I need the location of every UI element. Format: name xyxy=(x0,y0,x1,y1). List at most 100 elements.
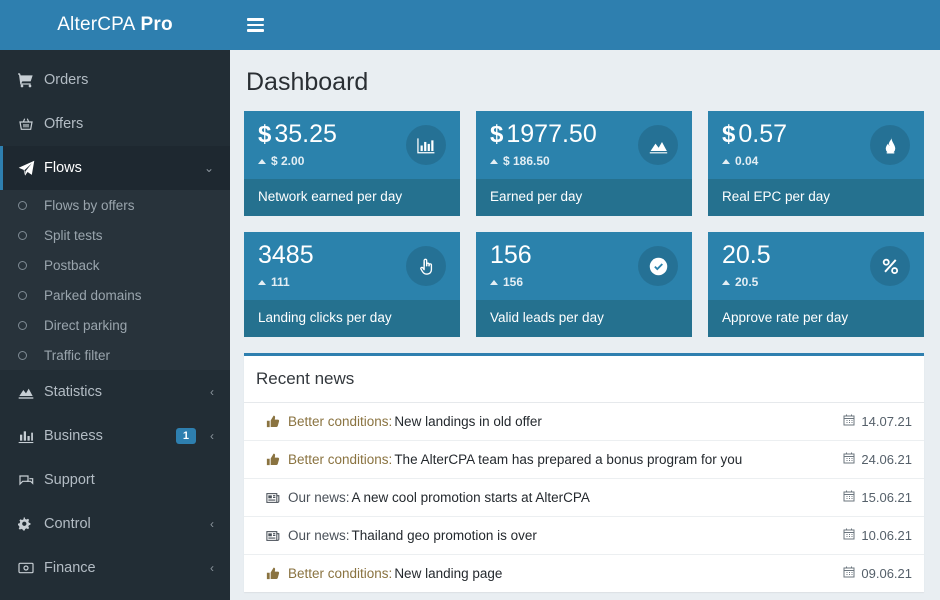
news-date: 15.06.21 xyxy=(843,490,912,505)
hand-pointer-icon xyxy=(406,246,446,286)
news-title: New landing page xyxy=(394,566,503,581)
stat-card-network-earned[interactable]: $35.25 $ 2.00 Network earned per day xyxy=(244,111,460,216)
area-chart-icon xyxy=(638,125,678,165)
submenu-item-label: Direct parking xyxy=(44,317,128,333)
news-row[interactable]: Better conditions: New landing page 09.0… xyxy=(244,555,924,592)
bar-chart-icon xyxy=(406,125,446,165)
stat-card-label: Network earned per day xyxy=(244,179,460,216)
stat-card-body: 156 156 xyxy=(476,232,692,300)
calendar-icon xyxy=(843,528,855,543)
cart-icon xyxy=(18,72,44,88)
stat-card-body: 20.5 20.5 xyxy=(708,232,924,300)
news-date: 10.06.21 xyxy=(843,528,912,543)
news-category: Our news: xyxy=(288,490,350,505)
submenu-item-parked-domains[interactable]: Parked domains xyxy=(0,280,230,310)
date-text: 09.06.21 xyxy=(861,566,912,581)
news-row[interactable]: Better conditions: New landings in old o… xyxy=(244,403,924,441)
content-area: Dashboard $35.25 $ 2.00 Network earned p… xyxy=(230,50,940,600)
arrow-up-icon xyxy=(722,158,730,164)
sidebar-item-label: Support xyxy=(44,472,95,488)
news-category: Better conditions: xyxy=(288,566,393,581)
status-badge: 1 xyxy=(175,428,196,444)
topbar xyxy=(230,0,940,50)
submenu-item-flows-by-offers[interactable]: Flows by offers xyxy=(0,190,230,220)
panel-title: Recent news xyxy=(244,356,924,403)
news-date: 14.07.21 xyxy=(843,414,912,429)
calendar-icon xyxy=(843,566,855,581)
sidebar-item-business[interactable]: Business 1 ‹ xyxy=(0,414,230,458)
value-text: 3485 xyxy=(258,241,314,269)
delta-text: $ 186.50 xyxy=(503,154,550,168)
sidebar-item-support[interactable]: Support xyxy=(0,458,230,502)
news-category: Better conditions: xyxy=(288,414,393,429)
sidebar-item-orders[interactable]: Orders xyxy=(0,58,230,102)
news-row[interactable]: Better conditions: The AlterCPA team has… xyxy=(244,441,924,479)
calendar-icon xyxy=(843,414,855,429)
circle-icon xyxy=(18,230,44,240)
sidebar-item-offers[interactable]: Offers xyxy=(0,102,230,146)
stat-card-valid-leads[interactable]: 156 156 Valid leads per day xyxy=(476,232,692,337)
thumbs-up-icon xyxy=(266,567,280,581)
news-row[interactable]: Our news: Thailand geo promotion is over… xyxy=(244,517,924,555)
delta-text: $ 2.00 xyxy=(271,154,305,168)
money-icon xyxy=(18,560,44,576)
bar-chart-icon xyxy=(18,428,44,444)
submenu-item-label: Traffic filter xyxy=(44,347,111,363)
value-text: 156 xyxy=(490,241,532,269)
stat-card-body: $0.57 0.04 xyxy=(708,111,924,179)
submenu-item-label: Parked domains xyxy=(44,287,142,303)
circle-icon xyxy=(18,290,44,300)
sidebar-item-finance[interactable]: Finance ‹ xyxy=(0,546,230,590)
page-title: Dashboard xyxy=(246,68,369,96)
sidebar-item-label: Control xyxy=(44,516,91,532)
sidebar-item-label: Business xyxy=(44,428,103,444)
sidebar-item-statistics[interactable]: Statistics ‹ xyxy=(0,370,230,414)
currency-symbol: $ xyxy=(490,121,504,148)
dashboard-app: AlterCPA Pro Orders Offers Flows ⌄ Flows… xyxy=(0,0,940,600)
stat-card-earned[interactable]: $1977.50 $ 186.50 Earned per day xyxy=(476,111,692,216)
stat-card-landing-clicks[interactable]: 3485 111 Landing clicks per day xyxy=(244,232,460,337)
arrow-up-icon xyxy=(258,279,266,285)
fire-icon xyxy=(870,125,910,165)
arrow-up-icon xyxy=(258,158,266,164)
chevron-left-icon: ‹ xyxy=(210,429,214,443)
news-row[interactable]: Our news: A new cool promotion starts at… xyxy=(244,479,924,517)
arrow-up-icon xyxy=(490,158,498,164)
brand-name-light: AlterCPA xyxy=(57,14,136,35)
area-chart-icon xyxy=(18,384,44,400)
stat-card-real-epc[interactable]: $0.57 0.04 Real EPC per day xyxy=(708,111,924,216)
stat-card-label: Landing clicks per day xyxy=(244,300,460,337)
value-text: 20.5 xyxy=(722,241,771,269)
chevron-down-icon: ⌄ xyxy=(203,161,214,175)
news-title: Thailand geo promotion is over xyxy=(351,528,537,543)
sidebar-item-label: Statistics xyxy=(44,384,103,400)
stat-card-body: 3485 111 xyxy=(244,232,460,300)
sidebar-nav: Orders Offers Flows ⌄ Flows by offers Sp… xyxy=(0,50,230,590)
comments-icon xyxy=(18,472,44,488)
brand-logo[interactable]: AlterCPA Pro xyxy=(0,0,230,50)
submenu-item-label: Flows by offers xyxy=(44,197,135,213)
delta-text: 156 xyxy=(503,275,524,289)
submenu-item-postback[interactable]: Postback xyxy=(0,250,230,280)
date-text: 10.06.21 xyxy=(861,528,912,543)
check-circle-icon xyxy=(638,246,678,286)
stat-cards-row-2: 3485 111 Landing clicks per day 156 156 … xyxy=(244,232,924,337)
sidebar-item-control[interactable]: Control ‹ xyxy=(0,502,230,546)
sidebar-item-flows[interactable]: Flows ⌄ xyxy=(0,146,230,190)
currency-symbol: $ xyxy=(722,121,736,148)
hamburger-icon[interactable] xyxy=(247,18,264,32)
delta-text: 20.5 xyxy=(735,275,759,289)
chevron-left-icon: ‹ xyxy=(210,561,214,575)
date-text: 24.06.21 xyxy=(861,452,912,467)
sidebar: AlterCPA Pro Orders Offers Flows ⌄ Flows… xyxy=(0,0,230,600)
submenu-item-traffic-filter[interactable]: Traffic filter xyxy=(0,340,230,370)
stat-card-approve-rate[interactable]: 20.5 20.5 Approve rate per day xyxy=(708,232,924,337)
news-category: Our news: xyxy=(288,528,350,543)
thumbs-up-icon xyxy=(266,453,280,467)
news-date: 24.06.21 xyxy=(843,452,912,467)
submenu-item-split-tests[interactable]: Split tests xyxy=(0,220,230,250)
submenu-item-direct-parking[interactable]: Direct parking xyxy=(0,310,230,340)
date-text: 15.06.21 xyxy=(861,490,912,505)
calendar-icon xyxy=(843,452,855,467)
submenu-item-label: Postback xyxy=(44,257,100,273)
